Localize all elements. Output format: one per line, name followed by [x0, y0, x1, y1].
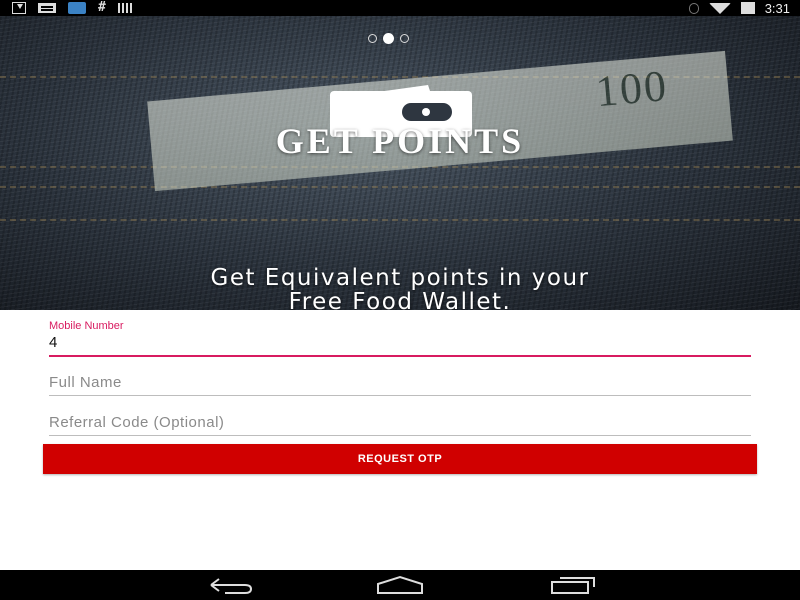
- wifi-icon: [708, 2, 731, 14]
- full-name-field: [49, 372, 751, 396]
- hero-subtitle-line: Free Food Wallet.: [288, 289, 512, 310]
- request-otp-button[interactable]: REQUEST OTP: [43, 444, 757, 474]
- banknote-number: 100: [593, 61, 670, 117]
- referral-code-field: [49, 412, 751, 436]
- recent-apps-icon[interactable]: [548, 575, 598, 595]
- mobile-number-field: Mobile Number: [49, 320, 751, 357]
- home-icon[interactable]: [375, 575, 425, 595]
- full-name-input[interactable]: [49, 372, 751, 395]
- status-bar: # 3:31: [0, 0, 800, 16]
- referral-code-underline: [49, 435, 751, 436]
- battery-charging-icon: [740, 2, 755, 14]
- back-icon[interactable]: [205, 575, 255, 595]
- app-notification-icon: [68, 1, 86, 14]
- hash-icon: #: [98, 0, 106, 15]
- barcode-icon: [117, 2, 134, 13]
- download-icon: [12, 1, 26, 14]
- page-dot-active: [383, 33, 394, 44]
- bluetooth-icon: [688, 2, 699, 14]
- full-name-underline: [49, 395, 751, 396]
- mobile-number-underline: [49, 355, 751, 357]
- page-dot: [400, 34, 409, 43]
- denim-stitch: [0, 186, 800, 188]
- clock: 3:31: [764, 0, 790, 16]
- message-icon: [38, 2, 56, 13]
- status-bar-notifications: #: [12, 1, 134, 14]
- mobile-number-input[interactable]: [49, 332, 751, 355]
- onboarding-carousel[interactable]: 100 GET POINTS Get Equivalent points in …: [0, 16, 800, 310]
- referral-code-input[interactable]: [49, 412, 751, 435]
- navigation-bar: [0, 570, 800, 600]
- hero-title: GET POINTS: [275, 121, 525, 161]
- hero-subtitle-line: Get Equivalent points in your: [210, 265, 590, 291]
- status-bar-system: 3:31: [688, 0, 790, 16]
- page-dot: [368, 34, 377, 43]
- page-indicator: [368, 33, 409, 44]
- mobile-number-label: Mobile Number: [49, 320, 124, 332]
- denim-stitch: [0, 219, 800, 221]
- hero-subtitle: Get Equivalent points in your Free Food …: [0, 266, 800, 310]
